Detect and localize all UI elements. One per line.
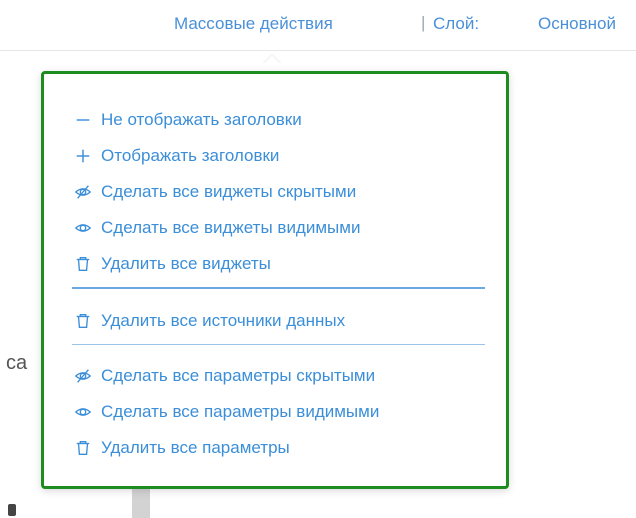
hide-titles-item[interactable]: Не отображать заголовки: [73, 102, 360, 138]
eye-icon: [73, 402, 93, 422]
trash-icon: [73, 254, 93, 274]
menu-divider: [72, 344, 485, 345]
background-text: са: [6, 352, 28, 374]
trash-icon: [73, 438, 93, 458]
show-all-widgets-item[interactable]: Сделать все виджеты видимыми: [73, 210, 360, 246]
eye-off-icon: [73, 182, 93, 202]
minus-icon: [73, 110, 93, 130]
dropdown-caret: [263, 55, 281, 73]
plus-icon: [73, 146, 93, 166]
delete-all-widgets-item[interactable]: Удалить все виджеты: [73, 246, 360, 282]
menu-item-label: Сделать все параметры скрытыми: [101, 366, 376, 385]
menu-divider: [72, 287, 485, 289]
mass-actions-dropdown: Не отображать заголовки Отображать загол…: [41, 71, 509, 489]
show-all-parameters-item[interactable]: Сделать все параметры видимыми: [73, 394, 379, 430]
hide-all-parameters-item[interactable]: Сделать все параметры скрытыми: [73, 358, 379, 394]
menu-item-label: Сделать все параметры видимыми: [101, 402, 380, 421]
eye-icon: [73, 218, 93, 238]
datasources-actions-group: Удалить все источники данных: [73, 303, 345, 339]
delete-all-parameters-item[interactable]: Удалить все параметры: [73, 430, 379, 466]
toolbar-separator: |: [421, 13, 426, 32]
menu-item-label: Отображать заголовки: [101, 146, 280, 165]
menu-item-label: Удалить все виджеты: [101, 254, 271, 273]
background-fragment: [8, 504, 16, 516]
menu-item-label: Удалить все параметры: [101, 438, 290, 457]
menu-item-label: Сделать все виджеты скрытыми: [101, 182, 357, 201]
menu-item-label: Не отображать заголовки: [101, 110, 302, 129]
widgets-actions-group: Не отображать заголовки Отображать загол…: [73, 102, 360, 282]
layer-selector[interactable]: Основной: [538, 14, 616, 34]
parameters-actions-group: Сделать все параметры скрытыми Сделать в…: [73, 358, 379, 466]
mass-actions-button[interactable]: Массовые действия: [174, 14, 333, 34]
delete-all-datasources-item[interactable]: Удалить все источники данных: [73, 303, 345, 339]
trash-icon: [73, 311, 93, 331]
layer-label: Слой:: [433, 14, 480, 33]
hide-all-widgets-item[interactable]: Сделать все виджеты скрытыми: [73, 174, 360, 210]
eye-off-icon: [73, 366, 93, 386]
top-toolbar: Массовые действия | Слой: Основной: [0, 0, 636, 51]
show-titles-item[interactable]: Отображать заголовки: [73, 138, 360, 174]
menu-item-label: Сделать все виджеты видимыми: [101, 218, 361, 237]
background-scroll-element: [132, 487, 150, 518]
menu-item-label: Удалить все источники данных: [101, 311, 346, 330]
